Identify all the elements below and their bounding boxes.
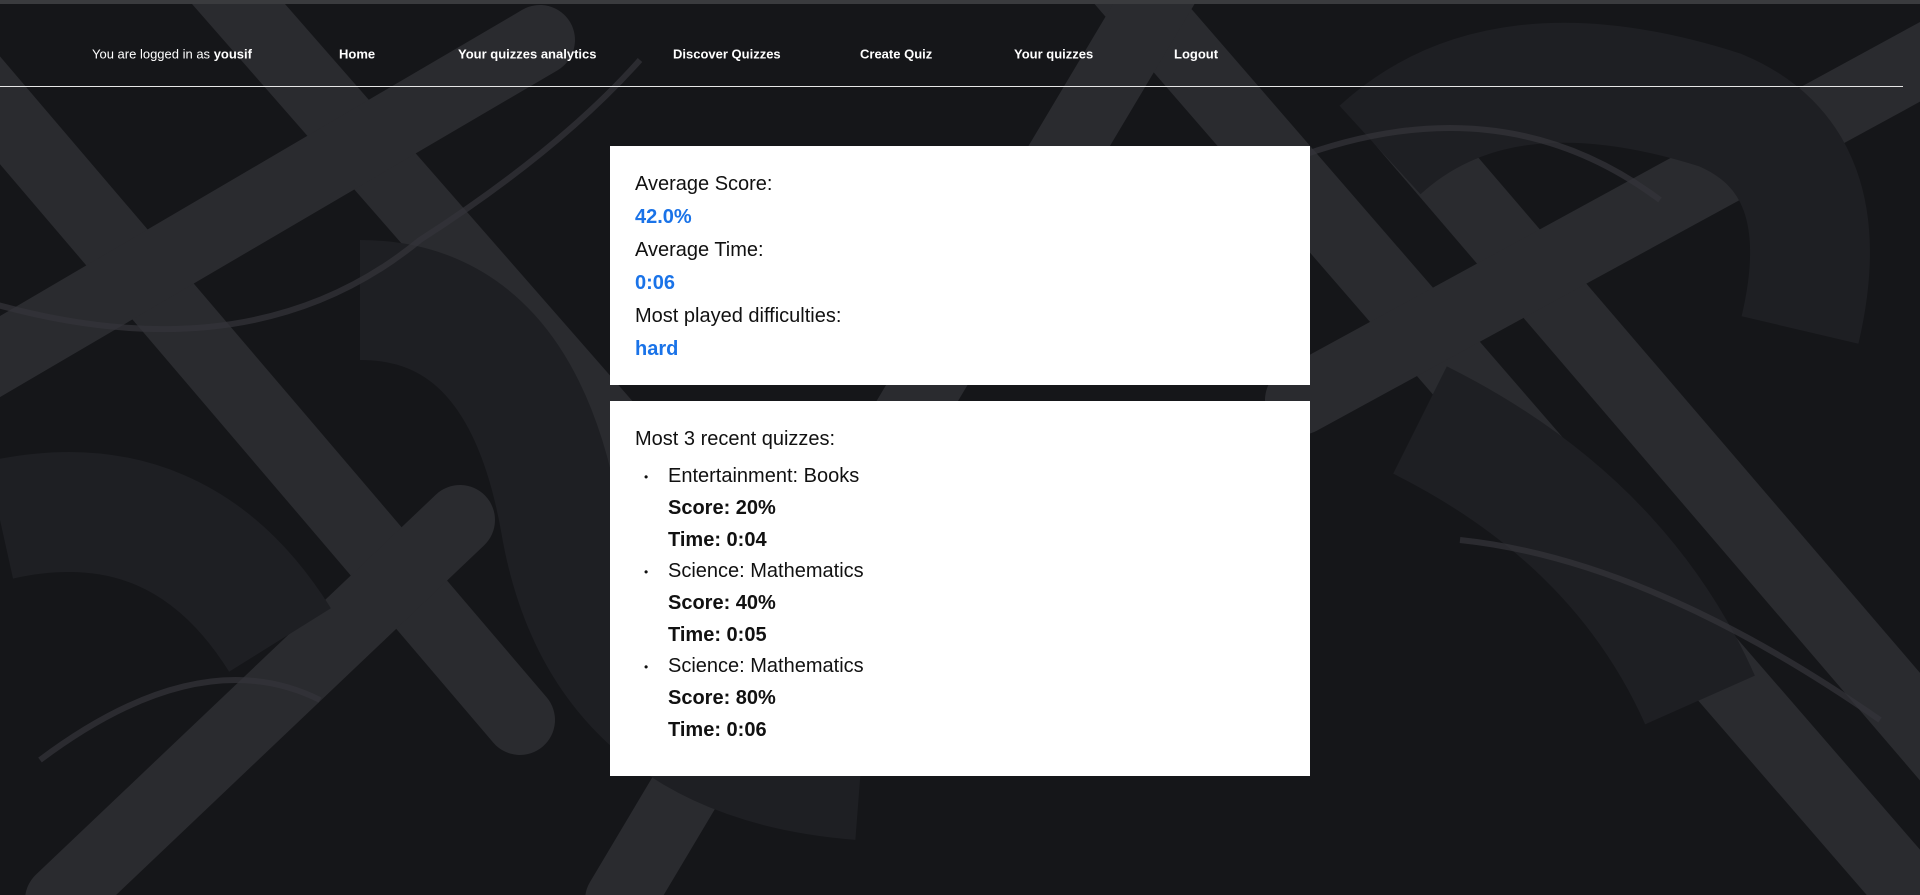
logged-in-status: You are logged in as yousif — [92, 47, 252, 62]
quiz-name: Science: Mathematics — [668, 560, 864, 582]
nav-logout-link[interactable]: Logout — [1174, 47, 1218, 62]
average-time-value: 0:06 — [635, 272, 676, 294]
quiz-name: Entertainment: Books — [668, 465, 860, 487]
recent-quizzes-list: • Entertainment: Books Score: 20% Time: … — [635, 461, 1285, 746]
logged-in-prefix: You are logged in as — [92, 46, 211, 62]
quiz-score: Score: 80% — [668, 687, 776, 709]
recent-quizzes-card: Most 3 recent quizzes: • Entertainment: … — [610, 401, 1310, 776]
average-score-value: 42.0% — [635, 206, 692, 228]
quiz-score: Score: 20% — [668, 497, 776, 519]
bullet-icon: • — [644, 660, 649, 674]
average-score-label: Average Score: — [635, 173, 773, 195]
nav-discover-quizzes-link[interactable]: Discover Quizzes — [673, 47, 781, 62]
top-navigation: You are logged in as yousif Home Your qu… — [0, 4, 1903, 87]
nav-create-quiz-link[interactable]: Create Quiz — [860, 47, 932, 62]
stats-card: Average Score: 42.0% Average Time: 0:06 … — [610, 146, 1310, 385]
username: yousif — [213, 46, 252, 62]
quiz-time: Time: 0:06 — [668, 719, 767, 741]
difficulty-value: hard — [635, 338, 679, 360]
list-item: • Entertainment: Books Score: 20% Time: … — [635, 461, 1285, 556]
nav-home-link[interactable]: Home — [339, 47, 375, 62]
quiz-time: Time: 0:05 — [668, 624, 767, 646]
nav-analytics-link[interactable]: Your quizzes analytics — [458, 47, 596, 62]
list-item: • Science: Mathematics Score: 80% Time: … — [635, 651, 1285, 746]
bullet-icon: • — [644, 565, 649, 579]
bullet-icon: • — [644, 470, 649, 484]
recent-quizzes-title: Most 3 recent quizzes: — [635, 428, 836, 450]
nav-your-quizzes-link[interactable]: Your quizzes — [1014, 47, 1093, 62]
quiz-name: Science: Mathematics — [668, 655, 864, 677]
list-item: • Science: Mathematics Score: 40% Time: … — [635, 556, 1285, 651]
quiz-score: Score: 40% — [668, 592, 776, 614]
quiz-time: Time: 0:04 — [668, 529, 767, 551]
average-time-label: Average Time: — [635, 239, 764, 261]
difficulty-label: Most played difficulties: — [635, 305, 842, 327]
